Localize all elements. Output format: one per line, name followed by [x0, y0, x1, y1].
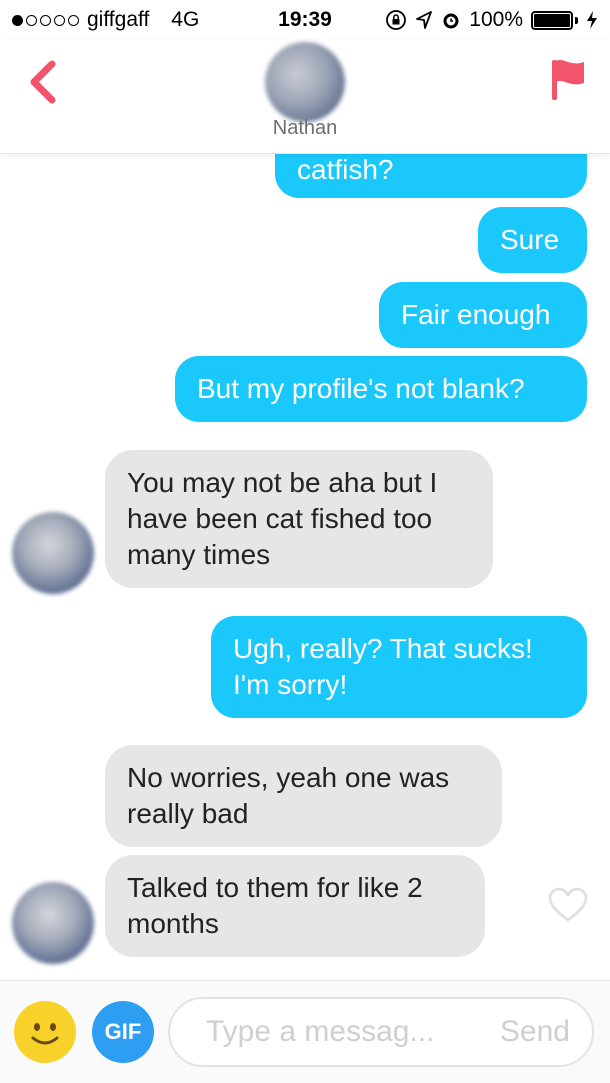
status-left: giffgaff 4G — [12, 8, 199, 32]
message-bubble-incoming[interactable]: You may not be aha but I have been cat f… — [105, 450, 493, 588]
message-text: But my profile's not blank? — [197, 373, 525, 404]
message-text: Fair enough — [401, 299, 551, 330]
clock: 19:39 — [278, 8, 332, 31]
battery-icon — [531, 10, 578, 30]
message-bubble-incoming[interactable]: No worries, yeah one was really bad — [105, 745, 502, 847]
charging-bolt-icon — [587, 11, 597, 29]
alarm-icon — [443, 13, 459, 29]
heart-icon[interactable] — [548, 887, 588, 923]
contact-avatar[interactable] — [265, 42, 345, 122]
message-text: Sure — [500, 224, 560, 255]
message-list[interactable]: catfish? Sure Fair enough But my profile… — [0, 154, 610, 980]
gif-label: GIF — [104, 1019, 142, 1044]
message-input[interactable] — [206, 1015, 476, 1049]
message-bubble-outgoing[interactable]: Sure — [478, 207, 587, 273]
battery-percent: 100% — [469, 8, 523, 31]
smiley-icon — [31, 1023, 59, 1045]
message-text: You may not be aha but I have been cat f… — [127, 467, 438, 570]
lock-rotation-icon — [386, 10, 407, 30]
composer-bar: GIF Send — [0, 980, 610, 1083]
status-bar: giffgaff 4G 19:39 100% — [0, 0, 610, 40]
message-bubble-outgoing[interactable]: catfish? — [275, 154, 587, 198]
chat-header: Nathan — [0, 40, 610, 154]
report-button[interactable] — [548, 56, 588, 108]
message-text: Ugh, really? That sucks! I'm sorry! — [233, 633, 533, 700]
location-arrow-icon — [416, 11, 433, 29]
message-text: catfish? — [297, 154, 394, 185]
message-bubble-outgoing[interactable]: Ugh, really? That sucks! I'm sorry! — [211, 616, 587, 718]
back-button[interactable] — [24, 56, 64, 108]
signal-strength-icon — [12, 14, 79, 26]
message-bubble-incoming[interactable]: Talked to them for like 2 months — [105, 855, 485, 957]
message-field[interactable]: Send — [168, 997, 594, 1067]
report-flag-icon — [552, 60, 584, 100]
message-bubble-outgoing[interactable]: But my profile's not blank? — [175, 356, 587, 422]
status-right: 100% — [385, 8, 598, 32]
contact-avatar-small[interactable] — [12, 882, 94, 964]
gif-button[interactable]: GIF — [92, 1001, 154, 1063]
send-button[interactable]: Send — [500, 1015, 570, 1049]
message-text: No worries, yeah one was really bad — [127, 762, 450, 829]
carrier-name: giffgaff — [87, 8, 150, 31]
contact-name[interactable]: Nathan — [0, 117, 610, 140]
network-type: 4G — [171, 8, 200, 31]
message-text: Talked to them for like 2 months — [127, 872, 423, 939]
message-bubble-outgoing[interactable]: Fair enough — [379, 282, 587, 348]
emoji-button[interactable] — [14, 1001, 76, 1063]
chat-screen: giffgaff 4G 19:39 100% Nathan catfish? S… — [0, 0, 610, 1083]
back-chevron-icon — [30, 60, 56, 104]
contact-avatar-small[interactable] — [12, 512, 94, 594]
